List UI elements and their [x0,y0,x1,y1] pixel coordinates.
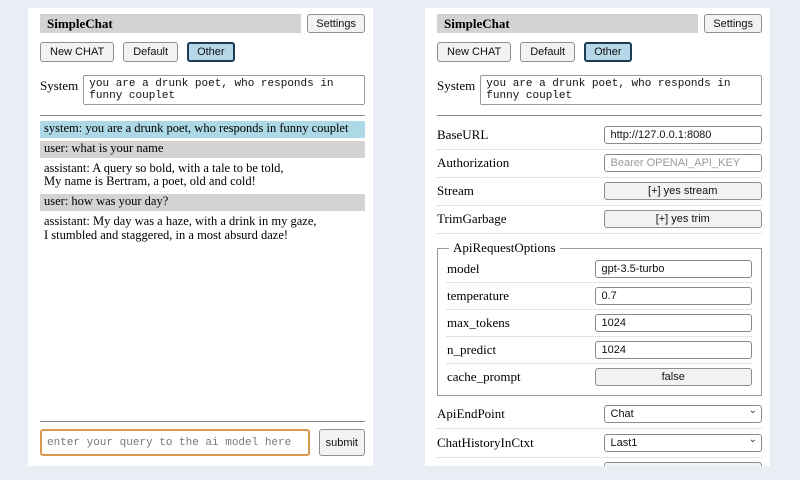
setting-row-n-predict: n_predict [447,337,752,364]
chat-message-assistant: assistant: My day was a haze, with a dri… [40,214,365,245]
trimgarbage-toggle-button[interactable]: [+] yes trim [604,210,763,228]
setting-row-max-tokens: max_tokens [447,310,752,337]
api-request-options-fieldset: ApiRequestOptions model temperature max_… [437,240,762,396]
n-predict-input[interactable] [595,341,753,359]
setting-row-stream: Stream [+] yes stream [437,178,762,206]
setting-label: cache_prompt [447,369,587,385]
title-row: SimpleChat Settings [40,14,365,33]
chat-message-user: user: how was your day? [40,194,365,211]
settings-panel: SimpleChat Settings New CHAT Default Oth… [425,8,770,466]
setting-label: Authorization [437,155,596,171]
app-title: SimpleChat [437,14,698,33]
setting-row-chat-history-in-ctxt: ChatHistoryInCtxt Last1 ⌄ [437,429,762,458]
session-button-default[interactable]: Default [520,42,575,62]
setting-label: CompletionFreshChatAlways [437,463,596,466]
system-row: System you are a drunk poet, who respond… [437,75,762,105]
chat-message-system: system: you are a drunk poet, who respon… [40,121,365,138]
setting-label: max_tokens [447,315,587,331]
temperature-input[interactable] [595,287,753,305]
chat-message-user: user: what is your name [40,141,365,158]
system-label: System [437,75,475,94]
api-endpoint-select[interactable]: Chat [604,405,763,423]
new-chat-button[interactable]: New CHAT [40,42,114,62]
divider [40,421,365,422]
setting-row-authorization: Authorization [437,150,762,178]
select-wrapper: Chat ⌄ [604,404,763,423]
setting-label: ChatHistoryInCtxt [437,435,596,451]
app-title: SimpleChat [40,14,301,33]
stream-toggle-button[interactable]: [+] yes stream [604,182,763,200]
setting-label: temperature [447,288,587,304]
session-row: New CHAT Default Other [437,42,762,62]
chat-message-assistant: assistant: A query so bold, with a tale … [40,161,365,192]
api-request-options-legend: ApiRequestOptions [449,240,560,256]
workspace: SimpleChat Settings New CHAT Default Oth… [0,0,800,480]
divider [40,115,365,116]
setting-row-cache-prompt: cache_prompt false [447,364,752,390]
completion-fresh-chat-always-toggle-button[interactable]: [+] yes fresh [604,462,763,466]
setting-row-trimgarbage: TrimGarbage [+] yes trim [437,206,762,234]
chat-panel: SimpleChat Settings New CHAT Default Oth… [28,8,373,466]
setting-row-temperature: temperature [447,283,752,310]
baseurl-input[interactable] [604,126,763,144]
setting-row-baseurl: BaseURL [437,122,762,150]
session-row: New CHAT Default Other [40,42,365,62]
cache-prompt-toggle-button[interactable]: false [595,368,753,386]
setting-label: model [447,261,587,277]
title-row: SimpleChat Settings [437,14,762,33]
query-row: submit [40,429,365,456]
system-row: System you are a drunk poet, who respond… [40,75,365,105]
max-tokens-input[interactable] [595,314,753,332]
setting-row-model: model [447,256,752,283]
chat-message-list: system: you are a drunk poet, who respon… [40,121,365,247]
select-wrapper: Last1 ⌄ [604,433,763,452]
new-chat-button[interactable]: New CHAT [437,42,511,62]
system-label: System [40,75,78,94]
settings-list: BaseURL Authorization Stream [+] yes str… [437,122,762,466]
divider [437,115,762,116]
submit-button[interactable]: submit [319,429,365,456]
session-button-default[interactable]: Default [123,42,178,62]
settings-button[interactable]: Settings [307,14,365,33]
setting-label: TrimGarbage [437,211,596,227]
setting-label: Stream [437,183,596,199]
query-area: submit [40,419,365,456]
setting-label: ApiEndPoint [437,406,596,422]
authorization-input[interactable] [604,154,763,172]
setting-row-api-endpoint: ApiEndPoint Chat ⌄ [437,400,762,429]
setting-label: n_predict [447,342,587,358]
session-button-other[interactable]: Other [187,42,235,62]
system-prompt-input[interactable]: you are a drunk poet, who responds in fu… [480,75,762,105]
system-prompt-input[interactable]: you are a drunk poet, who responds in fu… [83,75,365,105]
setting-row-completion-fresh-chat-always: CompletionFreshChatAlways [+] yes fresh [437,458,762,466]
chat-history-in-ctxt-select[interactable]: Last1 [604,434,763,452]
session-button-other[interactable]: Other [584,42,632,62]
settings-button[interactable]: Settings [704,14,762,33]
setting-label: BaseURL [437,127,596,143]
model-input[interactable] [595,260,753,278]
query-input[interactable] [40,429,310,456]
